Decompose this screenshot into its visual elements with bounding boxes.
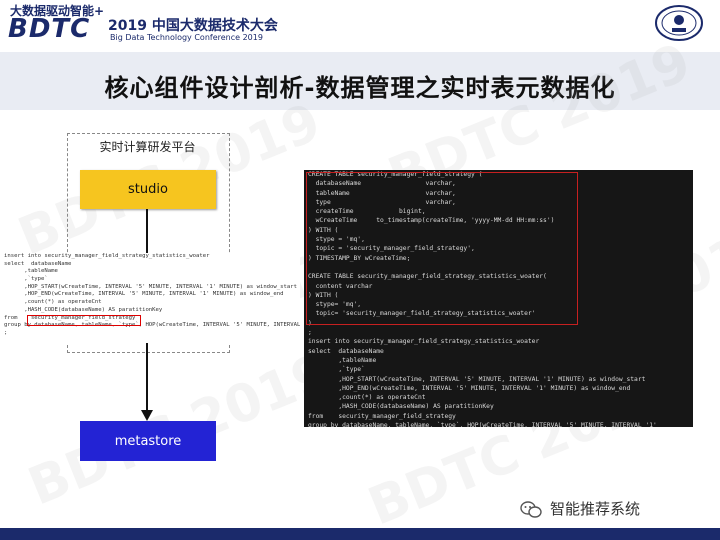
code-line: ,count(*) as operateCnt	[308, 394, 426, 402]
ccf-seal-icon	[655, 5, 703, 41]
arrow-down-icon	[141, 410, 153, 421]
code-line: group by databaseName, tableName, `type`…	[308, 422, 657, 427]
conference-name-en: Big Data Technology Conference 2019	[110, 33, 263, 42]
code-line: ,tableName	[308, 356, 377, 364]
slide-title: 核心组件设计剖析-数据管理之实时表元数据化	[104, 74, 616, 102]
code-line: ,HASH_CODE(databaseName) AS paratitionKe…	[308, 403, 494, 411]
code-line: ;	[4, 329, 8, 336]
bottom-band	[0, 528, 720, 540]
code-line: insert into security_manager_field_strat…	[308, 338, 540, 346]
code-line: ,HASH_CODE(databaseName) AS paratitionKe…	[4, 306, 163, 313]
sql-snippet: insert into security_manager_field_strat…	[4, 253, 300, 343]
code-line: ,HOP_END(wCreateTime, INTERVAL '5' MINUT…	[4, 291, 284, 298]
wechat-icon	[520, 500, 542, 518]
brand-logo: BDTC	[8, 14, 91, 44]
code-line: ,`type`	[4, 276, 48, 283]
code-line: ,`type`	[308, 366, 365, 374]
conference-header: 大数据驱动智能+ BDTC 2019 中国大数据技术大会 Big Data Te…	[0, 0, 720, 48]
code-line: select databaseName	[308, 347, 384, 355]
platform-label: 实时计算研发平台	[99, 140, 196, 154]
ddl-highlight-box	[306, 172, 578, 325]
account-name: 智能推荐系统	[550, 500, 641, 518]
code-line: select databaseName	[4, 260, 72, 267]
connector-line-top	[146, 209, 148, 253]
code-line: from security_manager_field_strategy	[308, 412, 456, 420]
source-table-highlight	[27, 315, 141, 326]
wechat-account: 智能推荐系统	[520, 498, 640, 519]
code-line: ,count(*) as operateCnt	[4, 299, 102, 306]
code-line: ,HOP_START(wCreateTime, INTERVAL '5' MIN…	[4, 283, 297, 290]
connector-line-bottom	[146, 343, 148, 413]
code-line: ,HOP_START(wCreateTime, INTERVAL '5' MIN…	[308, 375, 646, 383]
conference-name: 2019 中国大数据技术大会	[108, 18, 278, 34]
code-line: insert into security_manager_field_strat…	[4, 253, 210, 259]
studio-box: studio	[80, 170, 216, 209]
metastore-box: metastore	[80, 421, 216, 461]
code-line: ;	[308, 329, 312, 337]
code-line: ,HOP_END(wCreateTime, INTERVAL '5' MINUT…	[308, 384, 631, 392]
code-line: ,tableName	[4, 268, 58, 275]
